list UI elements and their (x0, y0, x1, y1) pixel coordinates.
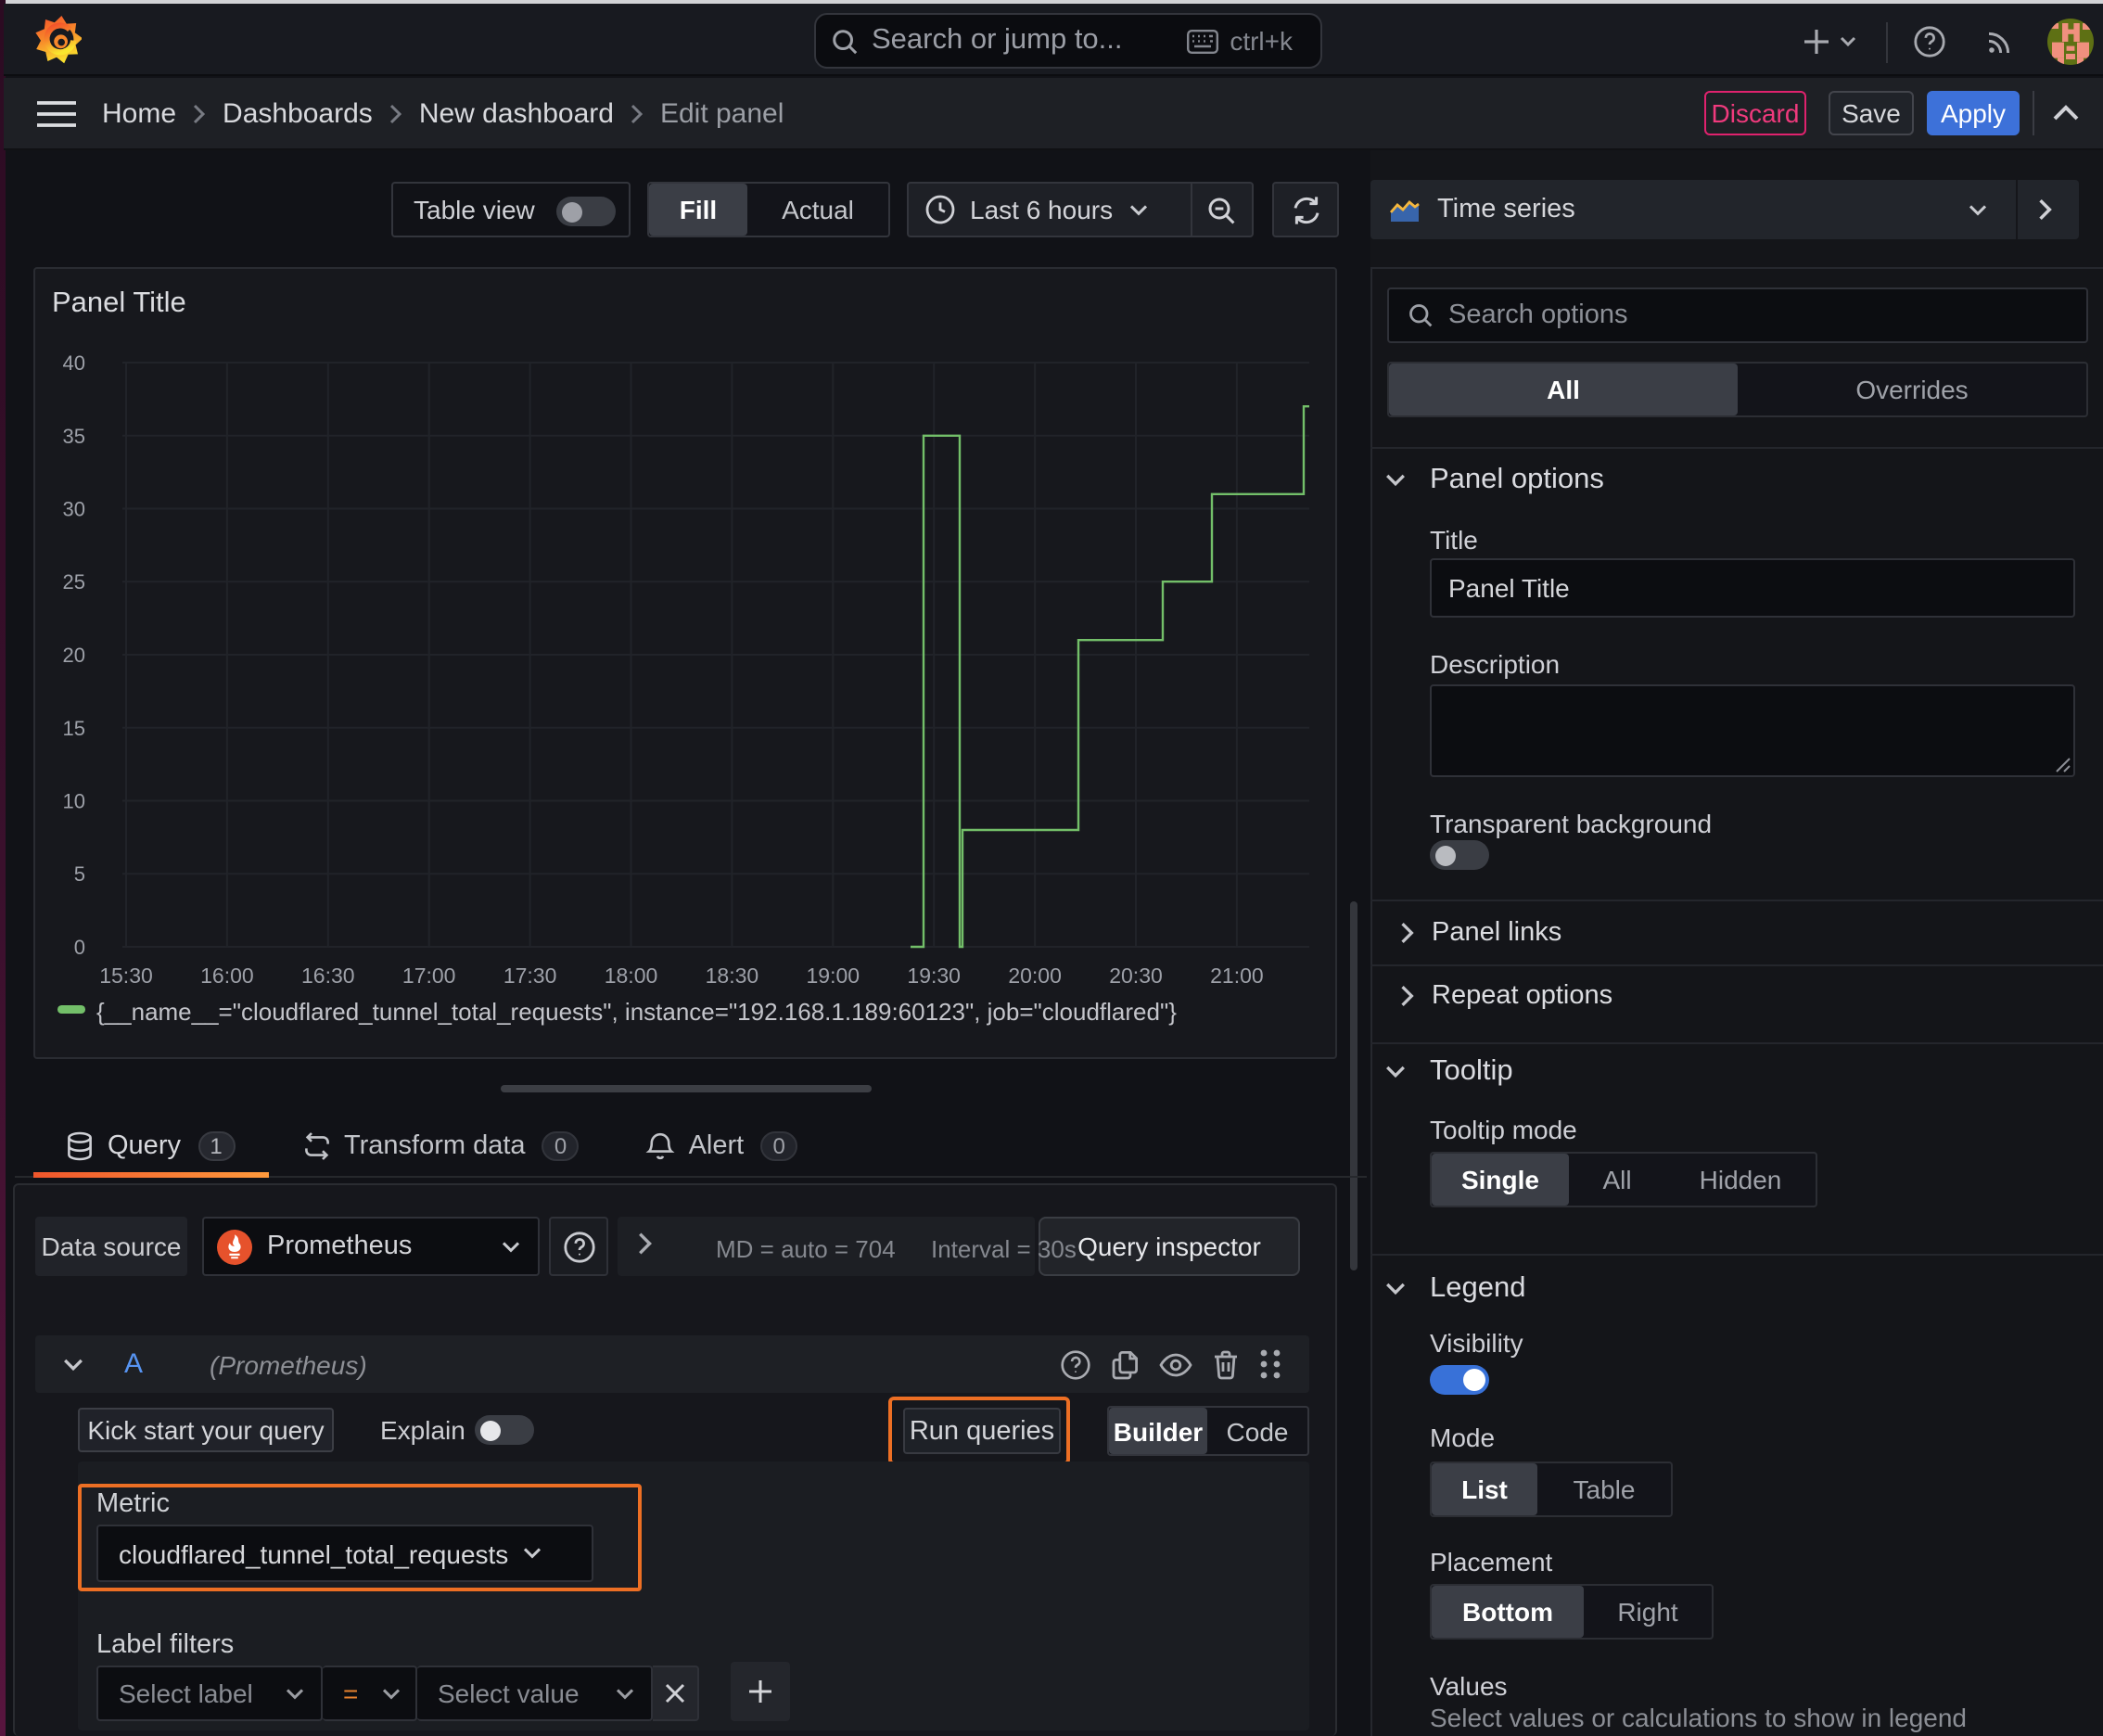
svg-text:21:00: 21:00 (1210, 964, 1264, 988)
svg-text:17:30: 17:30 (503, 964, 557, 988)
svg-text:16:00: 16:00 (200, 964, 254, 988)
svg-text:20:30: 20:30 (1109, 964, 1163, 988)
svg-text:20:00: 20:00 (1008, 964, 1062, 988)
svg-text:16:30: 16:30 (301, 964, 355, 988)
svg-text:15: 15 (63, 717, 85, 740)
svg-text:19:30: 19:30 (907, 964, 961, 988)
svg-text:17:00: 17:00 (402, 964, 456, 988)
svg-text:20: 20 (63, 644, 85, 667)
svg-text:30: 30 (63, 498, 85, 521)
svg-text:35: 35 (63, 425, 85, 448)
svg-text:40: 40 (63, 351, 85, 375)
svg-text:15:30: 15:30 (99, 964, 153, 988)
svg-text:5: 5 (74, 862, 85, 886)
svg-text:19:00: 19:00 (807, 964, 860, 988)
svg-text:10: 10 (63, 790, 85, 813)
svg-text:25: 25 (63, 570, 85, 594)
svg-text:18:30: 18:30 (706, 964, 759, 988)
svg-text:{__name__="cloudflared_tunnel_: {__name__="cloudflared_tunnel_total_requ… (96, 998, 1177, 1026)
svg-text:0: 0 (74, 936, 85, 959)
svg-text:18:00: 18:00 (605, 964, 658, 988)
